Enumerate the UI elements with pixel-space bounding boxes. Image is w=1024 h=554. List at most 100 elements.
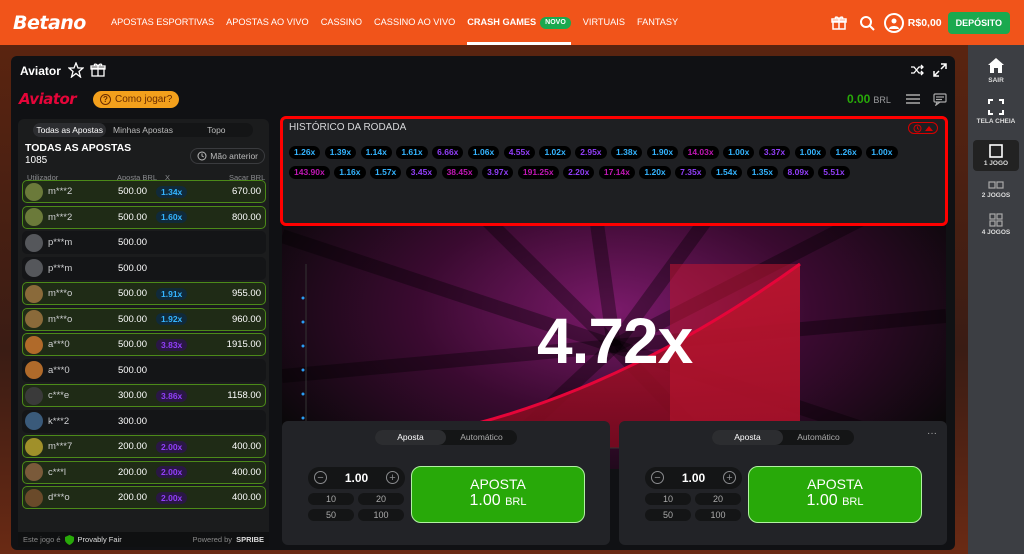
quick-amount-100[interactable]: 100 <box>358 509 404 521</box>
nav-item-cassino[interactable]: CASSINO <box>321 0 362 45</box>
history-multiplier[interactable]: 5.51x <box>818 166 850 179</box>
four-games-icon <box>989 213 1003 227</box>
tab-bet[interactable]: Aposta <box>375 430 446 445</box>
history-multiplier[interactable]: 1.16x <box>334 166 366 179</box>
history-multiplier[interactable]: 1.14x <box>360 146 392 159</box>
history-multiplier[interactable]: 4.55x <box>503 146 535 159</box>
rail-two-games-label: 2 JOGOS <box>981 192 1011 199</box>
chevron-up-icon <box>925 126 933 131</box>
history-multiplier[interactable]: 1.39x <box>324 146 357 159</box>
more-options-button[interactable]: ··· <box>927 428 937 439</box>
top-right-actions: R$0,00 DEPÓSITO <box>822 0 1010 45</box>
plus-icon[interactable]: + <box>723 471 736 484</box>
bet-cashout: 1158.00 <box>227 390 261 401</box>
history-multiplier[interactable]: 1.35x <box>746 166 778 179</box>
history-multiplier[interactable]: 3.37x <box>758 146 791 159</box>
history-toggle-button[interactable] <box>908 122 938 134</box>
history-multiplier[interactable]: 3.97x <box>482 166 514 179</box>
search-icon[interactable] <box>856 12 878 34</box>
history-multiplier[interactable]: 191.25x <box>517 166 559 179</box>
bet-user: m***2 <box>48 186 73 197</box>
account-balance[interactable]: R$0,00 <box>883 12 942 33</box>
tab-bet[interactable]: Aposta <box>712 430 783 445</box>
tab-top[interactable]: Topo <box>180 123 253 137</box>
history-multiplier[interactable]: 3.45x <box>405 166 438 179</box>
quick-amount-50[interactable]: 50 <box>308 509 354 521</box>
quick-amount-50[interactable]: 50 <box>645 509 691 521</box>
rail-exit-button[interactable]: SAIR <box>973 57 1019 84</box>
quick-amount-20[interactable]: 20 <box>358 493 404 505</box>
tab-auto[interactable]: Automático <box>446 430 517 445</box>
brand-logo[interactable]: Betano <box>13 12 105 34</box>
nav-item-apostas-esportivas[interactable]: APOSTAS ESPORTIVAS <box>111 0 214 45</box>
history-multiplier[interactable]: 6.66x <box>432 146 464 159</box>
bet-multiplier: 1.92x <box>156 313 188 325</box>
nav-item-cassino-ao-vivo[interactable]: CASSINO AO VIVO <box>374 0 455 45</box>
nav-item-label: FANTASY <box>637 17 679 27</box>
history-multiplier[interactable]: 1.06x <box>467 146 500 159</box>
history-multiplier[interactable]: 1.54x <box>710 166 743 179</box>
one-game-icon <box>989 144 1003 158</box>
how-to-play-button[interactable]: ? Como jogar? <box>93 91 180 108</box>
history-multiplier[interactable]: 14.03x <box>682 146 719 159</box>
star-icon[interactable] <box>68 62 84 78</box>
nav-item-apostas-ao-vivo[interactable]: APOSTAS AO VIVO <box>226 0 309 45</box>
plus-icon[interactable]: + <box>386 471 399 484</box>
nav-item-label: VIRTUAIS <box>582 17 625 27</box>
gift-icon[interactable] <box>828 12 850 34</box>
bet-user: a***0 <box>48 339 70 350</box>
menu-icon[interactable] <box>906 93 920 105</box>
history-icon <box>913 124 922 132</box>
bet-row: c***e 300.00 3.86x 1158.00 <box>22 384 266 407</box>
bet-multiplier: 3.86x <box>156 389 188 402</box>
history-multiplier[interactable]: 2.20x <box>563 166 595 179</box>
history-multiplier[interactable]: 1.02x <box>539 146 571 159</box>
history-multiplier[interactable]: 17.14x <box>598 166 635 179</box>
history-multiplier[interactable]: 1.00x <box>794 146 826 159</box>
place-bet-button[interactable]: APOSTA 1.00 BRL <box>748 466 922 523</box>
nav-item-virtuais[interactable]: VIRTUAIS <box>583 0 625 45</box>
provably-fair-link[interactable]: Provably Fair <box>78 535 122 544</box>
tab-all-bets[interactable]: Todas as Apostas <box>33 123 107 137</box>
history-multiplier[interactable]: 1.00x <box>866 146 898 159</box>
history-multiplier[interactable]: 1.38x <box>611 146 643 159</box>
nav-item-label: APOSTAS AO VIVO <box>226 17 309 27</box>
tab-my-bets[interactable]: Minhas Apostas <box>106 123 179 137</box>
quick-amount-10[interactable]: 10 <box>645 493 691 505</box>
rail-one-game-button[interactable]: 1 JOGO <box>973 140 1019 171</box>
history-multiplier[interactable]: 1.90x <box>646 146 679 159</box>
history-multiplier[interactable]: 1.26x <box>830 146 862 159</box>
history-multiplier[interactable]: 1.26x <box>289 146 321 159</box>
rail-four-games-button[interactable]: 4 JOGOS <box>973 213 1019 236</box>
history-multiplier[interactable]: 143.90x <box>289 166 330 179</box>
history-multiplier[interactable]: 8.09x <box>782 166 814 179</box>
history-multiplier[interactable]: 1.20x <box>639 166 671 179</box>
quick-amount-10[interactable]: 10 <box>308 493 354 505</box>
tab-auto[interactable]: Automático <box>783 430 854 445</box>
history-multiplier[interactable]: 38.45x <box>441 166 478 179</box>
bet-mode-tabs: Aposta Automático <box>375 430 517 445</box>
quick-amount-20[interactable]: 20 <box>695 493 741 505</box>
history-multiplier[interactable]: 1.61x <box>396 146 428 159</box>
history-multiplier[interactable]: 1.00x <box>723 146 755 159</box>
bet-amount: 500.00 <box>117 186 147 197</box>
deposit-button[interactable]: DEPÓSITO <box>947 11 1010 34</box>
previous-hand-button[interactable]: Mão anterior <box>190 148 265 164</box>
history-multiplier[interactable]: 7.35x <box>675 166 707 179</box>
bets-list: m***2 500.00 1.34x 670.00 m***2 500.00 1.60x 80… <box>22 180 266 512</box>
history-multiplier[interactable]: 1.57x <box>370 166 402 179</box>
gift-icon[interactable] <box>90 62 106 78</box>
nav-item-crash-games[interactable]: CRASH GAMES NOVO <box>467 0 571 45</box>
history-multiplier[interactable]: 2.95x <box>575 146 607 159</box>
quick-amount-100[interactable]: 100 <box>695 509 741 521</box>
shuffle-icon[interactable] <box>910 63 924 77</box>
rail-two-games-button[interactable]: 2 JOGOS <box>973 180 1019 199</box>
rail-fullscreen-button[interactable]: TELA CHEIA <box>973 98 1019 125</box>
bet-cashout: 800.00 <box>231 211 261 223</box>
balance-value: R$0,00 <box>907 16 942 29</box>
place-bet-button[interactable]: APOSTA 1.00 BRL <box>411 466 585 523</box>
chat-icon[interactable] <box>933 93 947 106</box>
expand-icon[interactable] <box>933 63 947 77</box>
nav-item-fantasy[interactable]: FANTASY <box>637 0 678 45</box>
game-window-actions <box>910 63 947 77</box>
